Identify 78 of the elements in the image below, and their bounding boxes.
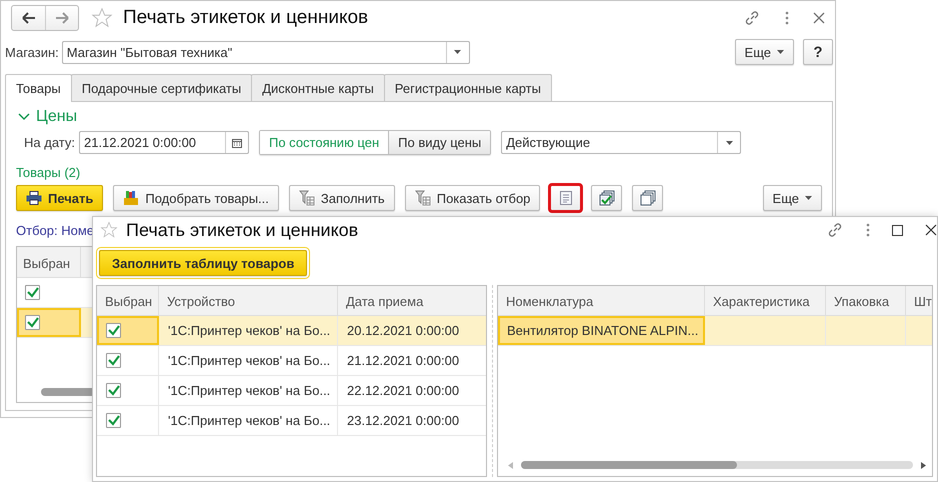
table-cell: 21.12.2021 0:00:00 <box>338 346 486 375</box>
tab[interactable]: Регистрационные карты <box>384 74 552 101</box>
toolbar-icon-button[interactable] <box>591 185 622 211</box>
checked-stack-icon <box>598 190 615 206</box>
table-cell: '1С:Принтер чеков' на Бо... <box>159 376 338 405</box>
toolbar-button[interactable]: Показать отбор <box>404 185 540 211</box>
table-cell[interactable]: Вентилятор BINATONE ALPIN... <box>498 316 705 345</box>
caret-icon <box>777 50 784 54</box>
filter-text[interactable]: Отбор: Номе <box>16 223 94 238</box>
date-field[interactable]: 21.12.2021 0:00:00 <box>78 131 249 154</box>
toolbar-button[interactable]: Подобрать товары... <box>113 185 279 211</box>
section-title[interactable]: Цены <box>36 108 78 126</box>
link-icon[interactable] <box>826 221 844 239</box>
more-button[interactable]: Еще <box>762 185 822 211</box>
chevron-icon[interactable] <box>18 113 30 121</box>
store-label: Магазин: <box>5 44 59 60</box>
maximize-icon[interactable] <box>892 224 903 236</box>
mode-toggle[interactable]: По виду цены <box>388 131 490 154</box>
column-header[interactable]: Характеристика <box>705 286 826 315</box>
checkbox[interactable] <box>106 323 121 338</box>
tab[interactable]: Подарочные сертификаты <box>70 74 252 101</box>
column-header[interactable]: Шт <box>906 286 932 315</box>
fill-table-button[interactable]: Заполнить таблицу товаров <box>99 250 308 276</box>
checkbox[interactable] <box>106 383 121 398</box>
scrollbar[interactable] <box>521 461 913 469</box>
scroll-left-icon[interactable] <box>508 462 513 468</box>
toolbar-icon-button[interactable] <box>632 185 664 211</box>
toolbar-button[interactable]: Заполнить <box>288 185 395 211</box>
table-cell: 22.12.2021 0:00:00 <box>338 376 486 405</box>
table-cell: 23.12.2021 0:00:00 <box>338 406 486 435</box>
caret-icon <box>805 196 812 200</box>
checkbox[interactable] <box>25 285 40 300</box>
column-header[interactable]: Номенклатура <box>498 286 705 315</box>
dialog-title: Печать этикеток и ценников <box>126 220 358 240</box>
close-icon[interactable] <box>925 224 937 236</box>
filter-icon <box>298 190 315 206</box>
printer-icon <box>26 191 42 205</box>
document-icon <box>560 191 572 205</box>
column-header[interactable]: Устройство <box>159 286 338 315</box>
mode-toggle[interactable]: По состоянию цен <box>260 131 388 154</box>
stack-icon <box>640 190 656 206</box>
scroll-right-icon[interactable] <box>921 462 926 468</box>
checkbox[interactable] <box>106 413 121 428</box>
more-button[interactable]: Еще <box>734 39 794 65</box>
checkbox[interactable] <box>25 315 40 330</box>
link-icon[interactable] <box>743 9 761 27</box>
column-header[interactable]: Дата приема <box>338 286 486 315</box>
star-icon[interactable] <box>100 221 118 239</box>
help-button[interactable]: ? <box>803 39 833 65</box>
table-cell: '1С:Принтер чеков' на Бо... <box>159 346 338 375</box>
toolbar-button[interactable]: Печать <box>16 185 104 211</box>
calendar-icon[interactable] <box>232 138 242 148</box>
toolbar-icon-button[interactable] <box>550 185 582 211</box>
arrow-left-icon <box>22 12 36 24</box>
window-title: Печать этикеток и ценников <box>123 7 368 29</box>
tab[interactable]: Товары <box>5 74 72 102</box>
column-header[interactable]: Выбран <box>17 247 81 277</box>
star-icon[interactable] <box>91 7 113 29</box>
column-header[interactable]: Упаковка <box>826 286 906 315</box>
table-cell: '1С:Принтер чеков' на Бо... <box>159 316 338 345</box>
goods-title: Товары (2) <box>16 165 82 180</box>
table-cell: '1С:Принтер чеков' на Бо... <box>159 406 338 435</box>
more-icon[interactable] <box>785 11 789 25</box>
date-label: На дату: <box>24 135 75 150</box>
more-icon[interactable] <box>866 223 870 237</box>
tab[interactable]: Дисконтные карты <box>251 74 385 101</box>
table-cell[interactable] <box>97 316 159 345</box>
table-cell: 20.12.2021 0:00:00 <box>338 316 486 345</box>
checkbox[interactable] <box>106 353 121 368</box>
column-header[interactable]: Выбран <box>97 286 159 315</box>
price-kind-field[interactable]: Действующие <box>501 131 742 154</box>
box-icon <box>123 190 140 206</box>
caret-icon[interactable] <box>454 50 462 54</box>
caret-icon[interactable] <box>726 140 733 144</box>
table-cell[interactable] <box>17 308 81 337</box>
filter-icon <box>414 190 431 206</box>
store-field[interactable]: Магазин "Бытовая техника" <box>62 40 470 64</box>
arrow-right-icon <box>55 12 69 24</box>
